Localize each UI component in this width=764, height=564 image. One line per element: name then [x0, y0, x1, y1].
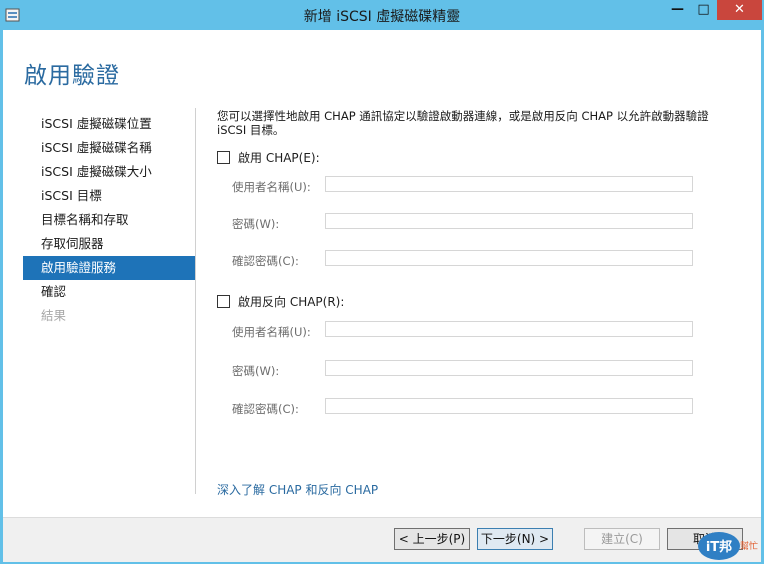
nav-step-confirmation[interactable]: 確認: [23, 280, 195, 304]
nav-step-results: 結果: [41, 308, 67, 323]
chap-password-field[interactable]: [325, 213, 693, 229]
wizard-step-nav: iSCSI 虛擬磁碟位置 iSCSI 虛擬磁碟名稱 iSCSI 虛擬磁碟大小 i…: [23, 112, 195, 328]
nav-step-size[interactable]: iSCSI 虛擬磁碟大小: [23, 160, 195, 184]
reverse-chap-password-field[interactable]: [325, 360, 693, 376]
title-bar[interactable]: 新增 iSCSI 虛擬磁碟精靈 — □ ✕: [0, 0, 764, 30]
checkbox-icon[interactable]: [217, 150, 230, 164]
previous-button[interactable]: < 上一步(P): [394, 528, 470, 550]
page-title: 啟用驗證: [24, 63, 120, 89]
wizard-window: 新增 iSCSI 虛擬磁碟精靈 — □ ✕ 啟用驗證 iSCSI 虛擬磁碟位置 …: [0, 0, 764, 564]
nav-divider: [195, 108, 196, 494]
nav-step-authentication[interactable]: 啟用驗證服務: [23, 256, 195, 280]
create-button: 建立(C): [584, 528, 660, 550]
wizard-client-area: 啟用驗證 iSCSI 虛擬磁碟位置 iSCSI 虛擬磁碟名稱 iSCSI 虛擬磁…: [3, 30, 761, 562]
nav-step-location[interactable]: iSCSI 虛擬磁碟位置: [23, 112, 195, 136]
nav-step-target-name[interactable]: 目標名稱和存取: [23, 208, 195, 232]
reverse-chap-username-field[interactable]: [325, 321, 693, 337]
enable-reverse-chap-checkbox[interactable]: 啟用反向 CHAP(R):: [217, 293, 344, 309]
svg-text:iT邦: iT邦: [706, 539, 732, 555]
enable-chap-checkbox[interactable]: 啟用 CHAP(E):: [217, 149, 320, 165]
nav-step-target[interactable]: iSCSI 目標: [23, 184, 195, 208]
chap-username-label: 使用者名稱(U):: [232, 180, 311, 194]
nav-step-access-servers[interactable]: 存取伺服器: [23, 232, 195, 256]
maximize-icon[interactable]: □: [691, 0, 716, 20]
svg-text:幫忙: 幫忙: [740, 540, 758, 552]
chap-confirm-password-label: 確認密碼(C):: [232, 254, 299, 268]
chap-password-label: 密碼(W):: [232, 217, 280, 231]
window-title: 新增 iSCSI 虛擬磁碟精靈: [303, 9, 461, 25]
reverse-chap-password-label: 密碼(W):: [232, 364, 280, 378]
enable-reverse-chap-label: 啟用反向 CHAP(R):: [238, 294, 345, 309]
reverse-chap-confirm-password-field[interactable]: [325, 398, 693, 414]
next-button[interactable]: 下一步(N) >: [477, 528, 553, 550]
learn-more-chap-link[interactable]: 深入了解 CHAP 和反向 CHAP: [217, 481, 378, 498]
chap-confirm-password-field[interactable]: [325, 250, 693, 266]
chap-username-field[interactable]: [325, 176, 693, 192]
nav-step-name[interactable]: iSCSI 虛擬磁碟名稱: [23, 136, 195, 160]
close-icon[interactable]: ✕: [717, 0, 762, 20]
ithome-watermark-logo: iT邦 幫忙: [698, 532, 758, 560]
enable-chap-label: 啟用 CHAP(E):: [238, 150, 320, 165]
reverse-chap-confirm-password-label: 確認密碼(C):: [232, 402, 299, 416]
wizard-footer: < 上一步(P) 下一步(N) > 建立(C) 取消: [3, 517, 761, 562]
checkbox-icon[interactable]: [217, 294, 230, 308]
description-text: 您可以選擇性地啟用 CHAP 通訊協定以驗證啟動器連線，或是啟用反向 CHAP …: [217, 109, 709, 137]
minimize-icon[interactable]: —: [665, 0, 690, 20]
reverse-chap-username-label: 使用者名稱(U):: [232, 325, 311, 339]
